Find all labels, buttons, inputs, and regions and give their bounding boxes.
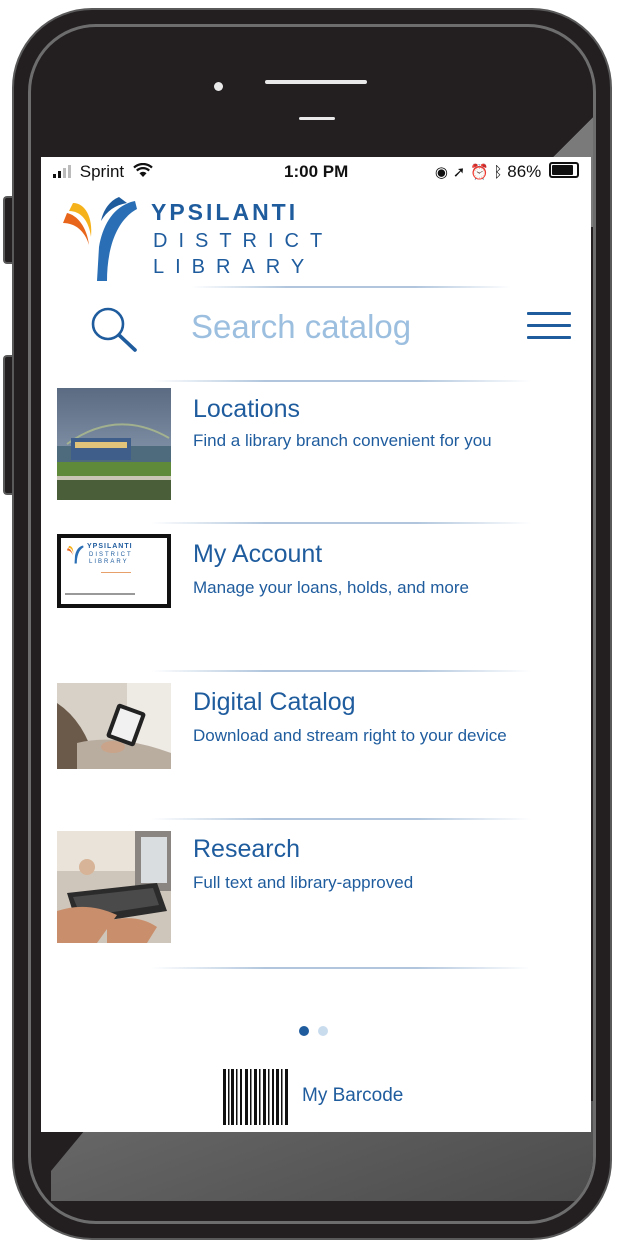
library-card: YPSILANTI DISTRICT LIBRARY [61,538,167,604]
search-input[interactable] [191,307,491,347]
item-description: Find a library branch convenient for you [193,431,492,450]
item-title: Research [193,835,300,863]
pagination-dots[interactable] [299,1023,337,1041]
barcode-label: My Barcode [302,1085,404,1106]
battery-percent: 86% [507,162,542,181]
rotation-lock-icon: ◉ [434,164,449,181]
logo-text-ypsilanti: YPSILANTI [151,199,299,225]
status-right: ◉ ➚ ⏰ ᛒ 86% [435,162,579,182]
speaker [265,80,367,84]
library-building-photo [57,388,171,500]
item-title: Locations [193,395,301,423]
item-title: Digital Catalog [193,688,356,716]
menu-item-research[interactable]: Research Full text and library-approved [41,825,591,955]
divider [151,967,531,969]
status-bar: Sprint 1:00 PM ◉ ➚ ⏰ ᛒ 86% [41,157,591,187]
battery-icon [549,162,579,178]
card-script-line [101,572,131,573]
divider [151,818,531,820]
bluetooth-icon: ᛒ [493,164,503,181]
divider [151,380,531,382]
menu-item-my-account[interactable]: YPSILANTI DISTRICT LIBRARY My Account Ma… [41,530,591,660]
signal-icon [53,165,71,178]
page-dot-active[interactable] [299,1026,309,1036]
item-description: Manage your loans, holds, and more [193,578,469,597]
barcode-icon [223,1069,288,1125]
card-footer-line [65,593,135,595]
divider [151,670,531,672]
divider [191,286,511,288]
library-card-photo: YPSILANTI DISTRICT LIBRARY [57,534,171,608]
sensor [299,117,335,120]
wifi-icon [133,162,153,177]
logo-mark-icon [66,545,84,564]
app-screen: Sprint 1:00 PM ◉ ➚ ⏰ ᛒ 86% YPSILANTI DIS… [41,157,591,1132]
card-text-ypsilanti: YPSILANTI [87,543,133,550]
carrier-name: Sprint [79,162,125,181]
location-icon: ➚ [452,164,466,181]
item-description: Full text and library-approved [193,873,414,892]
item-title: My Account [193,540,323,568]
keyboard-typing-photo [57,831,171,943]
card-text-district: DISTRICT [89,552,133,558]
divider [151,522,531,524]
carrier-info: Sprint [53,162,153,182]
alarm-icon: ⏰ [470,164,489,181]
tablet-reading-photo [57,683,171,769]
library-logo[interactable]: YPSILANTI DISTRICT LIBRARY [59,195,329,283]
front-camera [214,82,223,91]
card-text-library: LIBRARY [89,559,129,565]
status-time: 1:00 PM [284,162,349,181]
hamburger-menu-icon[interactable] [527,312,571,340]
search-icon[interactable] [89,305,141,355]
page-dot[interactable] [318,1026,328,1036]
menu-item-locations[interactable]: Locations Find a library branch convenie… [41,385,591,515]
logo-mark-icon [63,197,137,281]
logo-text-library: LIBRARY [153,256,316,278]
item-description: Download and stream right to your device [193,726,507,745]
menu-item-digital-catalog[interactable]: Digital Catalog Download and stream righ… [41,678,591,808]
logo-text-district: DISTRICT [153,230,334,252]
